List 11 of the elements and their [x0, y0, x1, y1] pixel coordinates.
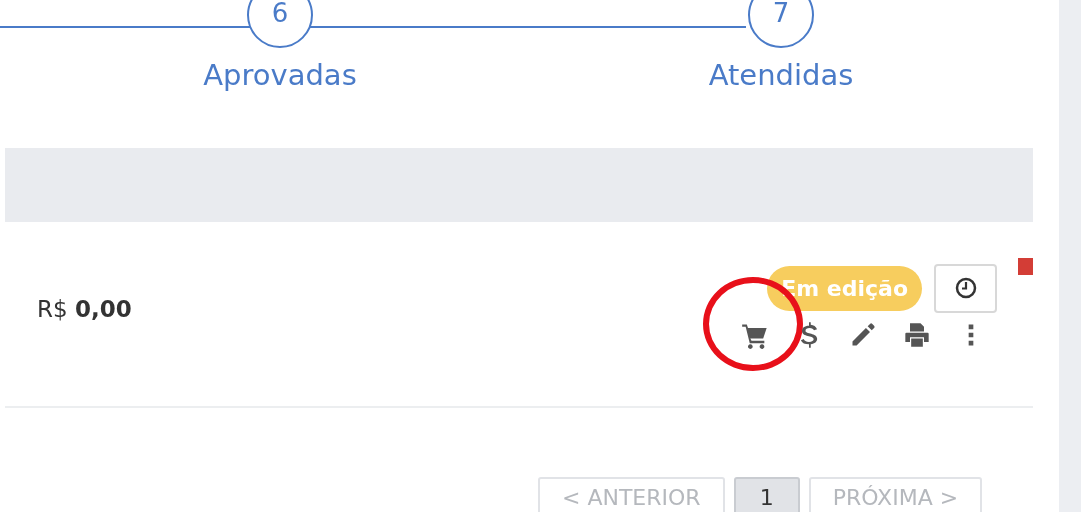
clock-icon — [953, 276, 978, 300]
step-label: Atendidas — [708, 58, 854, 92]
page-button[interactable]: 1 — [733, 477, 800, 512]
step-circle: 7 — [748, 0, 814, 48]
amount-text: R$ 0,00 — [37, 296, 132, 322]
previous-button[interactable]: < ANTERIOR — [538, 477, 725, 512]
history-button[interactable] — [934, 263, 997, 313]
printer-icon[interactable] — [903, 320, 931, 349]
step-label: Aprovadas — [203, 58, 357, 92]
next-button[interactable]: PRÓXIMA > — [808, 477, 983, 512]
step-circle: 6 — [247, 0, 313, 48]
